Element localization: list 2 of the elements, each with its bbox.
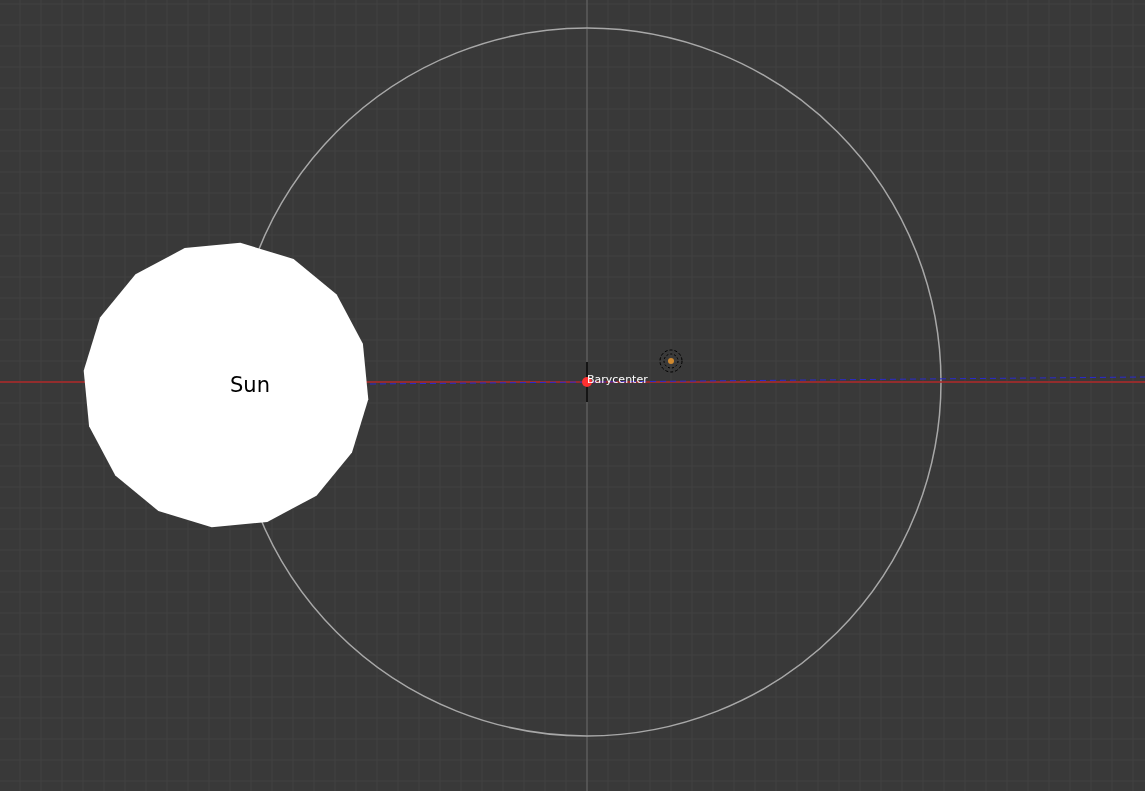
lamp-icon: [659, 349, 683, 373]
object-label: Sun: [230, 373, 270, 397]
